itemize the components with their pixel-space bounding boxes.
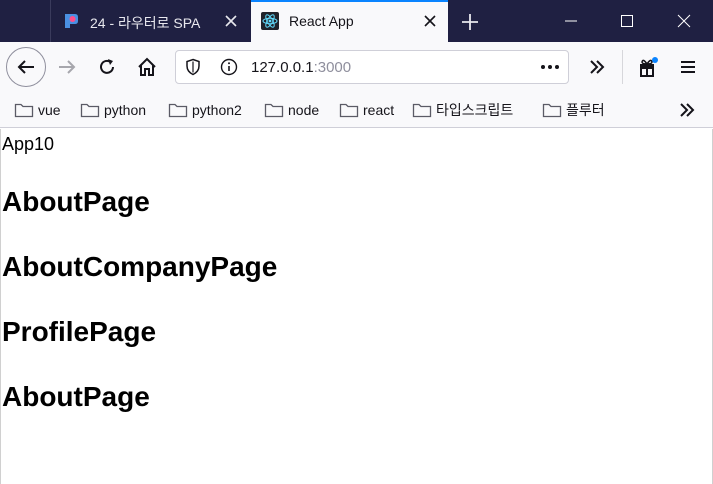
url-text[interactable]: 127.0.0.1:3000 xyxy=(251,59,351,76)
page-actions-menu-icon[interactable] xyxy=(538,57,562,77)
hamburger-menu-icon xyxy=(681,61,695,73)
reload-icon xyxy=(100,59,114,74)
tab-react-app[interactable]: React App xyxy=(251,0,448,42)
page-heading: AboutPage xyxy=(2,381,150,412)
folder-icon xyxy=(264,103,284,118)
page-heading: AboutCompanyPage xyxy=(2,251,278,282)
minimize-icon xyxy=(565,20,577,22)
bookmark-label: python2 xyxy=(192,102,242,118)
bookmark-node[interactable]: node xyxy=(264,98,319,122)
folder-icon xyxy=(412,103,432,118)
url-bar[interactable]: 127.0.0.1:3000 xyxy=(175,50,569,84)
window-close-button[interactable] xyxy=(655,0,713,42)
bookmarks-toolbar: vue python python2 node react 타입스크립트 플루터 xyxy=(0,92,713,128)
bookmark-label: react xyxy=(363,102,395,118)
bookmark-label: vue xyxy=(38,102,61,118)
gift-icon xyxy=(640,57,658,77)
tab-divider xyxy=(50,0,51,42)
bookmark-vue[interactable]: vue xyxy=(14,98,61,122)
back-arrow-icon xyxy=(17,60,34,74)
bookmark-label: 타입스크립트 xyxy=(436,102,514,118)
page-content: App10 AboutPage AboutCompanyPage Profile… xyxy=(0,129,713,484)
bookmark-label: python xyxy=(104,102,147,118)
site-info-icon[interactable] xyxy=(220,58,238,76)
close-tab-icon[interactable] xyxy=(222,12,240,30)
folder-icon xyxy=(80,103,100,118)
bookmark-typescript[interactable]: 타입스크립트 xyxy=(412,98,513,122)
forward-button[interactable] xyxy=(55,55,79,79)
extensions-button[interactable] xyxy=(636,55,660,79)
double-chevron-right-icon xyxy=(680,103,695,117)
double-chevron-right-icon xyxy=(590,60,605,74)
new-tab-plus-icon[interactable] xyxy=(458,10,482,34)
forward-arrow-icon xyxy=(59,60,76,74)
page-heading: ProfilePage xyxy=(2,316,157,347)
bookmark-flutter[interactable]: 플루터 xyxy=(542,98,605,122)
reload-button[interactable] xyxy=(95,55,119,79)
bookmark-react[interactable]: react xyxy=(339,98,394,122)
folder-icon xyxy=(168,103,188,118)
back-button[interactable] xyxy=(6,47,46,87)
tab-title: React App xyxy=(289,13,354,29)
tab-bar: 24 - 라우터로 SPA React App xyxy=(0,0,713,42)
maximize-icon xyxy=(621,15,633,27)
navigation-toolbar: 127.0.0.1:3000 xyxy=(0,42,713,92)
home-icon xyxy=(138,57,156,76)
app-menu-button[interactable] xyxy=(676,55,700,79)
home-button[interactable] xyxy=(135,55,159,79)
url-host: 127.0.0.1 xyxy=(251,59,314,76)
url-port: :3000 xyxy=(313,59,352,76)
toolbar-separator xyxy=(622,50,623,84)
tistory-favicon-icon xyxy=(65,14,78,28)
bookmark-python2[interactable]: python2 xyxy=(168,98,242,122)
minimize-button[interactable] xyxy=(542,0,600,42)
toolbar-overflow-button[interactable] xyxy=(585,55,609,79)
maximize-button[interactable] xyxy=(598,0,656,42)
bookmarks-overflow-button[interactable] xyxy=(676,98,698,122)
folder-icon xyxy=(542,103,562,118)
bookmark-label: node xyxy=(288,102,320,118)
close-icon xyxy=(677,14,691,28)
react-favicon-icon xyxy=(261,12,279,30)
close-tab-icon[interactable] xyxy=(421,12,439,30)
bookmark-python[interactable]: python xyxy=(80,98,146,122)
folder-icon xyxy=(14,103,34,118)
bookmark-label: 플루터 xyxy=(566,102,605,118)
tab-tistory[interactable]: 24 - 라우터로 SPA xyxy=(52,0,250,42)
app-text: App10 xyxy=(2,134,55,154)
tab-title: 24 - 라우터로 SPA xyxy=(90,15,201,31)
tracking-shield-icon[interactable] xyxy=(184,58,202,76)
folder-icon xyxy=(339,103,359,118)
page-heading: AboutPage xyxy=(2,186,150,217)
